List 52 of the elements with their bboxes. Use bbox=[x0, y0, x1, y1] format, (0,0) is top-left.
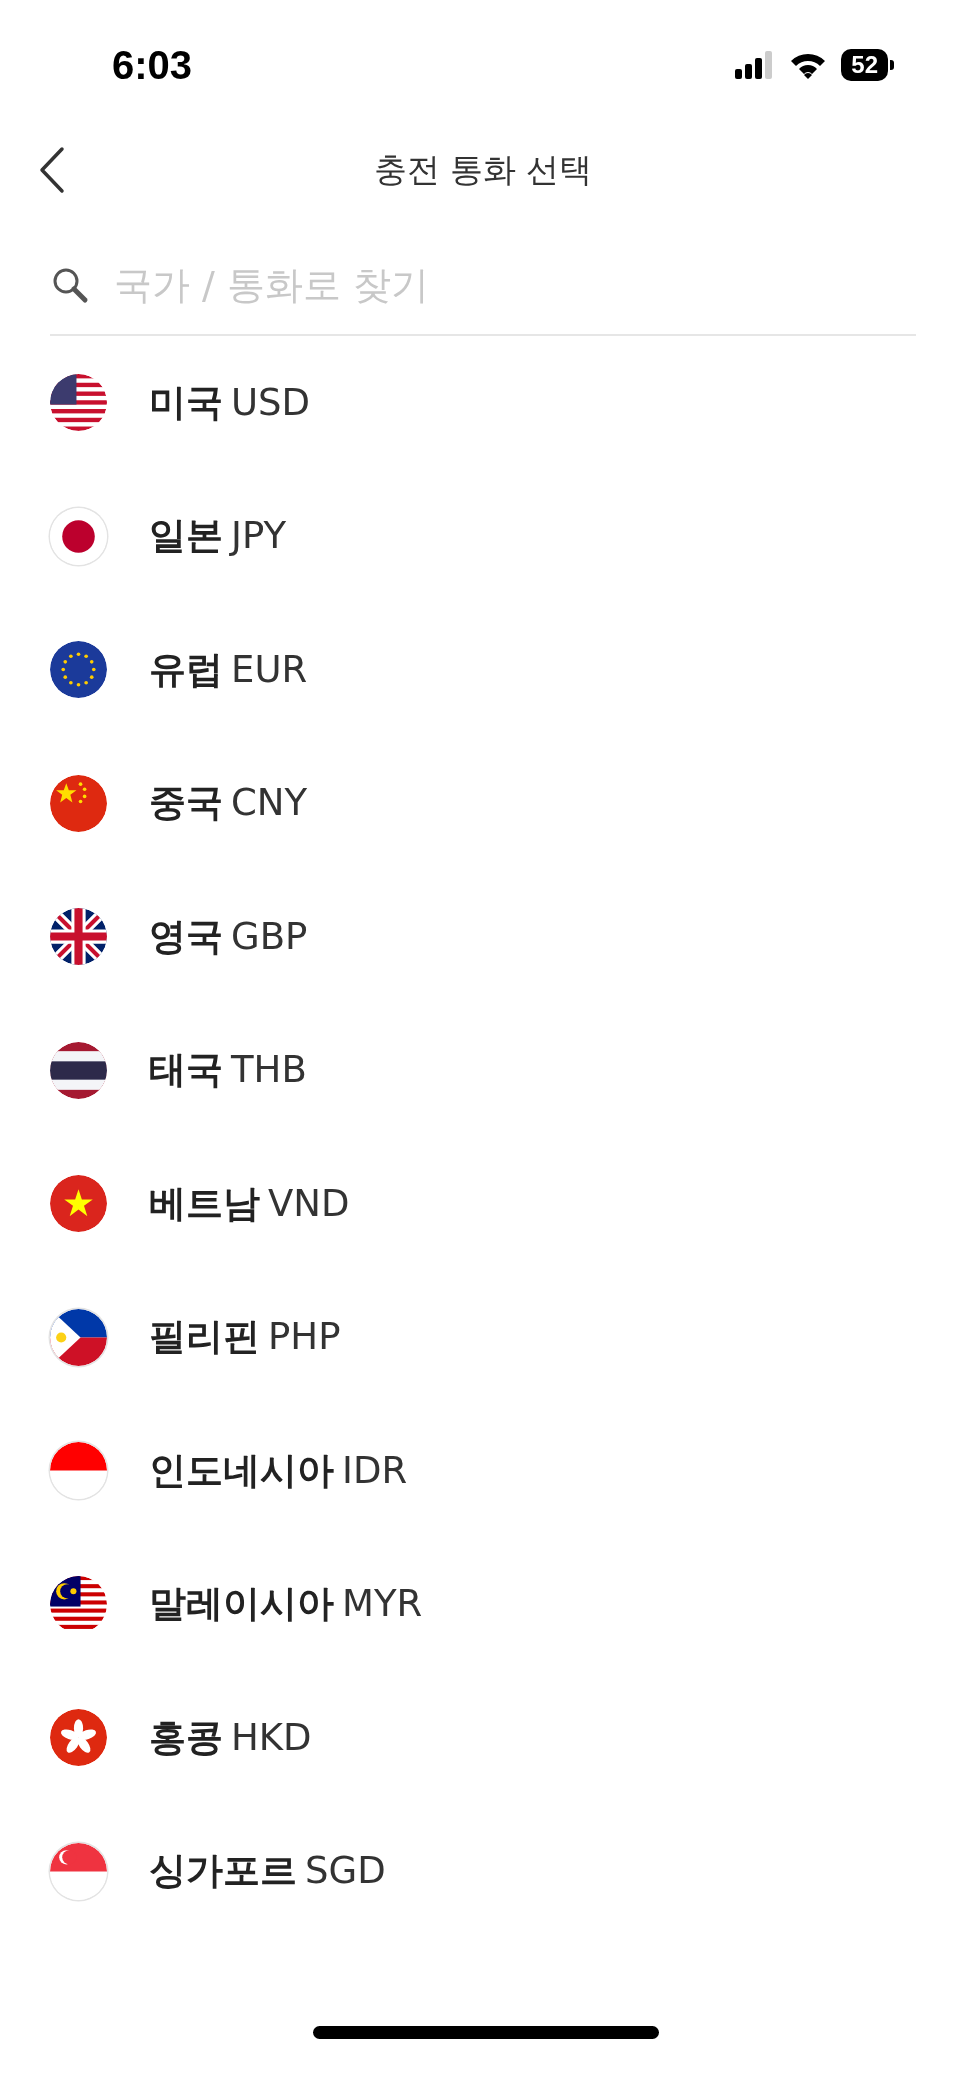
flag-icon bbox=[50, 908, 107, 966]
currency-item[interactable]: 유럽 EUR bbox=[50, 603, 916, 737]
currency-code: MYR bbox=[342, 1582, 423, 1626]
flag-icon bbox=[50, 1175, 107, 1233]
country-name: 유럽 bbox=[149, 646, 223, 693]
currency-item[interactable]: 중국 CNY bbox=[50, 736, 916, 870]
currency-code: JPY bbox=[231, 514, 286, 558]
currency-code: USD bbox=[231, 380, 311, 424]
flag-icon bbox=[50, 374, 107, 432]
country-name: 인도네시아 bbox=[149, 1447, 334, 1494]
flag-icon bbox=[50, 1709, 107, 1767]
country-name: 중국 bbox=[149, 780, 223, 827]
currency-item[interactable]: 필리핀 PHP bbox=[50, 1270, 916, 1404]
currency-item[interactable]: 미국 USD bbox=[50, 336, 916, 470]
currency-item[interactable]: 베트남 VND bbox=[50, 1137, 916, 1271]
flag-icon bbox=[50, 1442, 107, 1500]
currency-code: EUR bbox=[231, 647, 308, 691]
page-title: 충전 통화 선택 bbox=[373, 148, 593, 191]
currency-code: IDR bbox=[342, 1448, 408, 1492]
currency-code: VND bbox=[268, 1181, 350, 1225]
currency-code: GBP bbox=[231, 914, 308, 958]
country-name: 일본 bbox=[149, 513, 223, 560]
country-name: 미국 bbox=[149, 379, 223, 426]
currency-code: CNY bbox=[231, 781, 308, 825]
flag-icon bbox=[50, 1842, 107, 1900]
country-name: 베트남 bbox=[149, 1180, 260, 1227]
currency-code: SGD bbox=[305, 1849, 386, 1893]
country-name: 영국 bbox=[149, 913, 223, 960]
wifi-icon bbox=[789, 51, 828, 79]
country-name: 싱가포르 bbox=[149, 1848, 297, 1895]
currency-item[interactable]: 일본 JPY bbox=[50, 469, 916, 603]
flag-icon bbox=[50, 774, 107, 832]
flag-icon bbox=[50, 1041, 107, 1099]
country-name: 홍콩 bbox=[149, 1714, 223, 1761]
flag-icon bbox=[50, 507, 107, 565]
currency-item[interactable]: 인도네시아 IDR bbox=[50, 1404, 916, 1538]
currency-item[interactable]: 태국 THB bbox=[50, 1003, 916, 1137]
flag-icon bbox=[50, 641, 107, 699]
currency-item[interactable]: 홍콩 HKD bbox=[50, 1671, 916, 1805]
currency-item[interactable]: 말레이시아 MYR bbox=[50, 1537, 916, 1671]
currency-code: PHP bbox=[268, 1315, 341, 1359]
currency-code: HKD bbox=[231, 1715, 312, 1759]
currency-item[interactable]: 싱가포르 SGD bbox=[50, 1804, 916, 1938]
country-name: 태국 bbox=[149, 1047, 223, 1094]
flag-icon bbox=[50, 1308, 107, 1366]
country-name: 필리핀 bbox=[149, 1314, 260, 1361]
currency-item[interactable]: 영국 GBP bbox=[50, 870, 916, 1004]
battery-indicator: 52 bbox=[841, 49, 888, 81]
country-name: 말레이시아 bbox=[149, 1581, 334, 1628]
back-button[interactable] bbox=[38, 146, 66, 194]
currency-code: THB bbox=[231, 1048, 307, 1092]
status-time: 6:03 bbox=[112, 42, 193, 88]
